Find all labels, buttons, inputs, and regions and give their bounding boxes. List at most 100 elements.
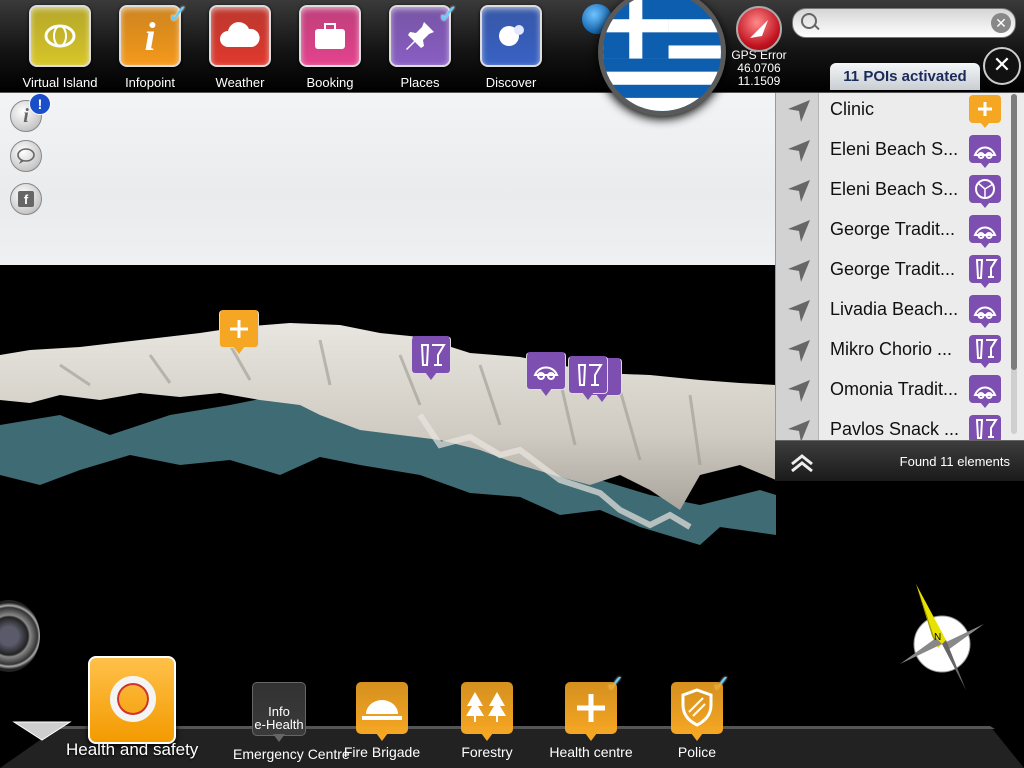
map-marker-health[interactable]	[219, 310, 259, 354]
health-icon	[969, 95, 1001, 123]
clear-search-icon[interactable]: ✕	[991, 13, 1011, 33]
category-police[interactable]: ✓Police	[651, 671, 743, 760]
gps-longitude: 11.1509	[737, 74, 781, 88]
category-tile	[461, 682, 513, 741]
collapse-chevron-icon[interactable]	[789, 453, 815, 473]
toolbar-tile	[29, 5, 91, 67]
category-tile: Info e-Health	[252, 682, 306, 742]
poi-name: George Tradit...	[830, 219, 956, 239]
terrain-3d-map[interactable]	[0, 265, 776, 595]
navigate-button[interactable]	[776, 250, 819, 290]
trees-icon	[461, 682, 513, 739]
map-marker-snorkel[interactable]	[526, 352, 566, 396]
health-and-safety-category-tile[interactable]	[88, 656, 176, 744]
category-label: Police	[677, 744, 717, 760]
navigate-arrow-icon	[788, 100, 810, 122]
toolbar-tile	[209, 5, 271, 67]
pois-activated-tab[interactable]: 11 POIs activated	[830, 63, 980, 90]
category-tile	[671, 682, 723, 741]
navigate-arrow-icon	[788, 180, 810, 202]
category-emergency-centre[interactable]: Info e-Health Emergency Centre	[233, 682, 350, 762]
poi-category-badge	[969, 135, 1001, 168]
search-box[interactable]: ✕	[792, 8, 1016, 38]
drinks-icon	[577, 364, 603, 386]
navigate-arrow-icon	[788, 420, 810, 442]
navigate-button[interactable]	[776, 210, 819, 250]
category-fire-brigade[interactable]: Fire Brigade	[336, 682, 428, 760]
navigate-button[interactable]	[776, 90, 819, 130]
poi-list-item[interactable]: Omonia Tradit...	[776, 370, 1012, 410]
toolbar-tile	[299, 5, 361, 67]
category-label: Health centre	[549, 744, 633, 760]
poi-name: George Tradit...	[830, 259, 956, 279]
drinks-icon	[420, 344, 446, 366]
snorkel-icon	[533, 366, 559, 380]
navigate-button[interactable]	[776, 330, 819, 370]
camera-lens-button[interactable]	[0, 600, 40, 672]
toolbar-tile: ✓	[389, 1, 459, 67]
poi-category-badge	[969, 335, 1001, 368]
poi-list-item[interactable]: Eleni Beach S...	[776, 170, 1012, 210]
poi-list-footer: Found 11 elements	[775, 440, 1024, 481]
snorkel-icon	[969, 375, 1001, 403]
drinks-icon	[969, 415, 1001, 443]
navigate-arrow-icon	[788, 300, 810, 322]
poi-category-badge	[969, 255, 1001, 288]
close-poi-list-button[interactable]: ✕	[983, 47, 1021, 85]
poi-list-item[interactable]: Mikro Chorio ...	[776, 330, 1012, 370]
search-input[interactable]	[821, 13, 985, 33]
poi-category-badge	[969, 295, 1001, 328]
sky-background	[0, 90, 776, 265]
navigate-button[interactable]	[776, 370, 819, 410]
poi-list-scroll-thumb[interactable]	[1011, 94, 1017, 370]
tile-text-top: Info	[268, 704, 290, 719]
found-count: Found 11 elements	[899, 454, 1010, 469]
poi-list-item[interactable]: Eleni Beach S...	[776, 130, 1012, 170]
navigate-arrow-icon	[788, 380, 810, 402]
search-icon	[801, 13, 817, 29]
facebook-side-button[interactable]: f	[10, 183, 42, 215]
helmet-icon	[356, 682, 408, 739]
toolbar-button-virtual-island[interactable]: Virtual Island	[20, 5, 100, 90]
toolbar-button-discover[interactable]: Discover	[471, 5, 551, 90]
chat-side-button[interactable]	[10, 140, 42, 172]
poi-list-scrollbar[interactable]	[1011, 94, 1017, 434]
info-icon: i	[23, 104, 29, 127]
category-health-centre[interactable]: ✓Health centre	[545, 671, 637, 760]
category-forestry[interactable]: Forestry	[441, 682, 533, 760]
poi-name: Eleni Beach S...	[830, 179, 959, 199]
navigate-button[interactable]	[776, 170, 819, 210]
check-icon: ✓	[167, 0, 189, 29]
pizza-icon	[969, 175, 1001, 203]
navigate-button[interactable]	[776, 130, 819, 170]
navigate-button[interactable]	[776, 290, 819, 330]
poi-list-item[interactable]: Clinic	[776, 90, 1012, 130]
category-tile	[565, 682, 617, 741]
toolbar-button-booking[interactable]: Booking	[290, 5, 370, 90]
navigate-arrow-icon	[788, 260, 810, 282]
poi-list-item[interactable]: George Tradit...	[776, 210, 1012, 250]
navigate-arrow-icon	[788, 140, 810, 162]
toolbar-button-places[interactable]: ✓ Places	[380, 1, 460, 90]
toolbar-button-weather[interactable]: Weather	[200, 5, 280, 90]
facebook-icon: f	[18, 191, 34, 207]
cross-icon	[565, 682, 617, 739]
toolbar-button-infopoint[interactable]: i ✓ Infopoint	[110, 1, 190, 90]
snorkel-icon	[969, 295, 1001, 323]
gps-error-icon	[736, 6, 782, 52]
poi-list-item[interactable]: George Tradit...	[776, 250, 1012, 290]
snorkel-icon	[969, 135, 1001, 163]
poi-list-item[interactable]: Livadia Beach...	[776, 290, 1012, 330]
drinks-icon	[969, 255, 1001, 283]
info-side-button[interactable]: i !	[10, 93, 51, 132]
map-marker-drinks[interactable]	[411, 336, 451, 380]
poi-name: Omonia Tradit...	[830, 379, 959, 399]
poi-name: Mikro Chorio ...	[830, 339, 953, 359]
lifebuoy-icon	[110, 676, 156, 722]
poi-category-badge	[969, 175, 1001, 208]
gps-status[interactable]: GPS Error 46.0706 11.1509	[730, 6, 788, 88]
poi-name: Livadia Beach...	[830, 299, 959, 319]
collapse-tray-arrow-icon[interactable]	[12, 720, 72, 742]
compass-icon[interactable]: N	[896, 584, 988, 692]
map-marker-drinks-2[interactable]	[568, 356, 608, 400]
